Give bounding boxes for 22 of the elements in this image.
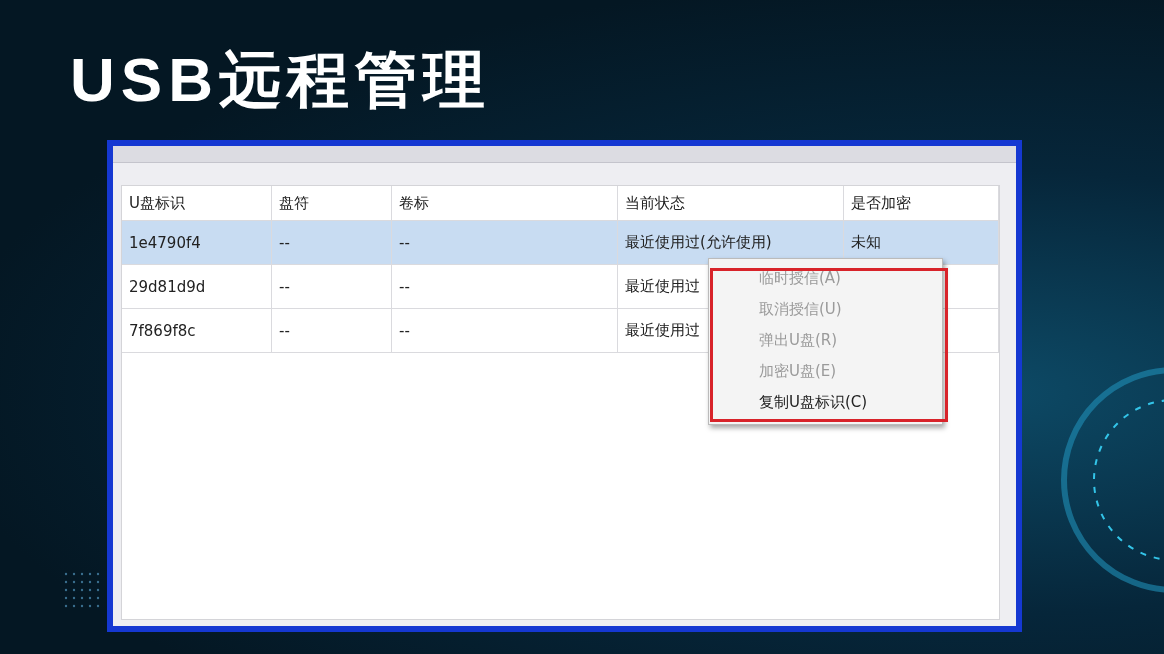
slide-title: USB远程管理: [70, 44, 492, 116]
dot-grid-icon: [62, 570, 102, 610]
table-cell: --: [279, 321, 290, 340]
table-cell: --: [279, 233, 290, 252]
menu-item[interactable]: 复制U盘标识(C): [709, 387, 942, 418]
table-cell: 1e4790f4: [129, 233, 201, 252]
column-header[interactable]: 盘符: [272, 186, 392, 220]
column-header[interactable]: 当前状态: [618, 186, 844, 220]
table-cell: 7f869f8c: [129, 321, 196, 340]
table-cell: 未知: [851, 233, 881, 252]
table-cell: 最近使用过: [625, 321, 700, 340]
table-cell: --: [399, 321, 410, 340]
table-cell: 29d81d9d: [129, 277, 206, 296]
column-header[interactable]: 是否加密: [844, 186, 999, 220]
table-cell: --: [399, 277, 410, 296]
table-cell: --: [279, 277, 290, 296]
table-cell: 最近使用过(允许使用): [625, 233, 772, 252]
column-header[interactable]: 卷标: [392, 186, 618, 220]
table-cell: 最近使用过: [625, 277, 700, 296]
table-cell: --: [399, 233, 410, 252]
column-header[interactable]: U盘标识: [122, 186, 272, 220]
table-row[interactable]: 1e4790f4 -- -- 最近使用过(允许使用) 未知: [122, 221, 999, 265]
